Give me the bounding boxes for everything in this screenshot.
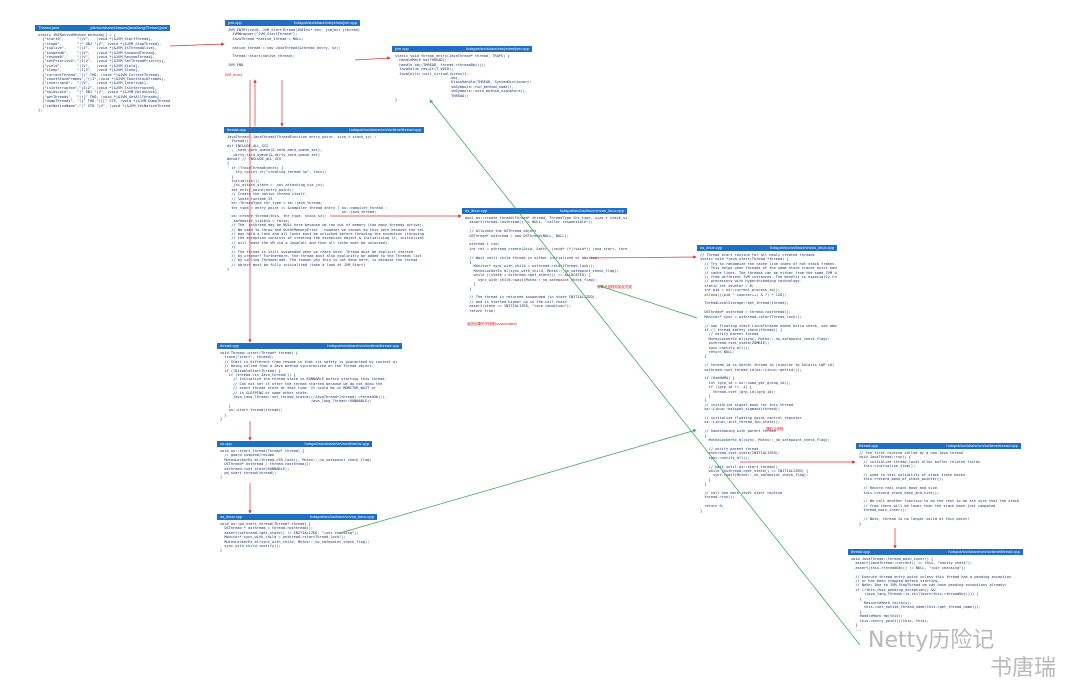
watermark-author: 书唐瑞 (990, 656, 1057, 681)
watermark-main: Netty历险记 (868, 628, 995, 653)
arrow-child-notify (599, 285, 698, 319)
flow-arrows (169, 42, 897, 646)
arrow-create-to-java-start (589, 255, 697, 259)
arrow-entry-back (429, 99, 861, 646)
arrow-native-to-jvm (169, 42, 225, 47)
arrow-entry-to-thread-entry (354, 56, 391, 61)
arrow-pd-notify (339, 429, 697, 534)
